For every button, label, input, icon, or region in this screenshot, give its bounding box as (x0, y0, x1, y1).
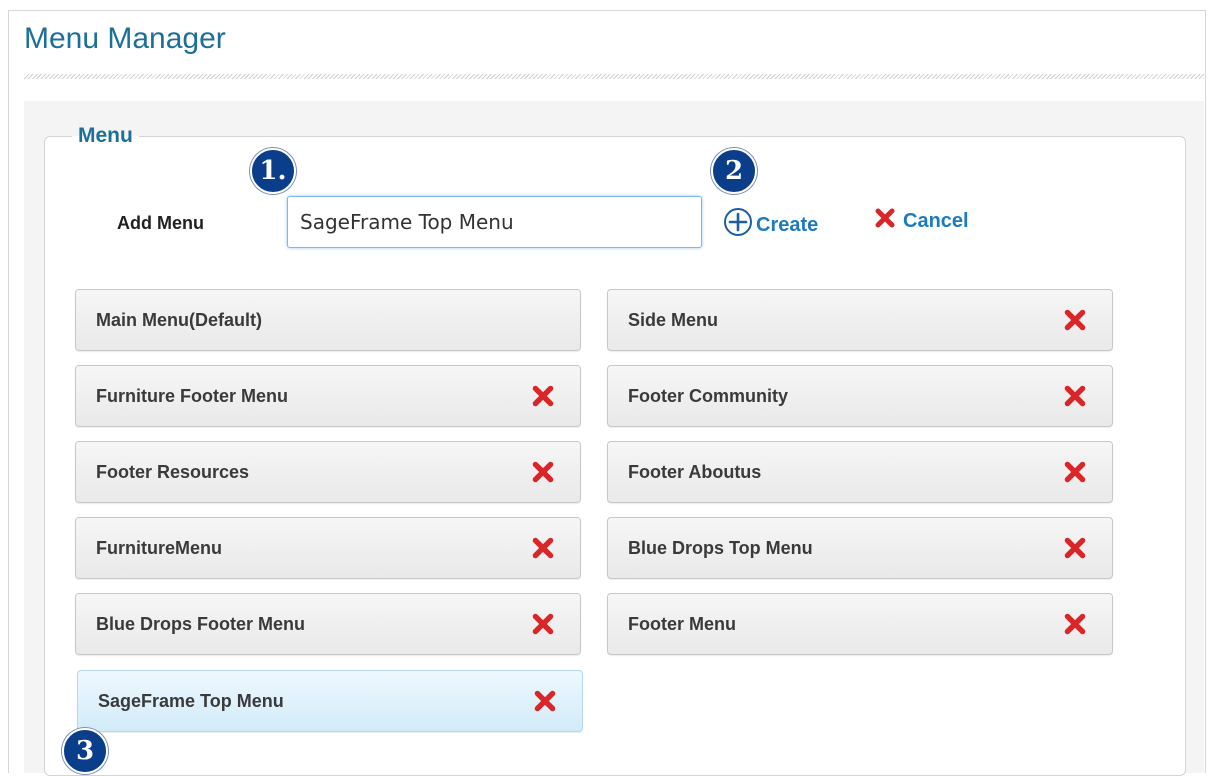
red-x-icon (873, 206, 897, 236)
page-title: Menu Manager (24, 22, 226, 55)
menu-item-label: Footer Menu (628, 614, 736, 634)
delete-icon[interactable] (530, 611, 556, 637)
menu-name-input[interactable] (287, 196, 702, 248)
menu-item[interactable]: Side Menu (607, 289, 1113, 351)
add-menu-label: Add Menu (117, 213, 204, 233)
menu-item[interactable]: SageFrame Top Menu (77, 670, 583, 732)
menu-item[interactable]: Furniture Footer Menu (75, 365, 581, 427)
menu-item-label: Furniture Footer Menu (96, 386, 288, 406)
menu-item-label: Footer Resources (96, 462, 250, 482)
title-divider (24, 74, 1204, 79)
plus-circle-icon (722, 206, 754, 244)
menu-item-label: FurnitureMenu (96, 538, 222, 558)
delete-icon[interactable] (530, 383, 556, 409)
menu-item-label: SageFrame Top Menu (98, 691, 284, 711)
menu-legend: Menu (72, 124, 139, 148)
menu-item[interactable]: FurnitureMenu (75, 517, 581, 579)
menu-item-label: Main Menu(Default) (96, 310, 262, 330)
menu-item-label: Blue Drops Footer Menu (96, 614, 306, 634)
step-badge-1: 1. (250, 148, 296, 194)
menu-item-label: Side Menu (628, 310, 719, 330)
delete-icon[interactable] (532, 688, 558, 714)
menu-item[interactable]: Main Menu(Default) (75, 289, 581, 351)
delete-icon[interactable] (530, 459, 556, 485)
menu-item[interactable]: Footer Community (607, 365, 1113, 427)
menu-item[interactable]: Blue Drops Footer Menu (75, 593, 581, 655)
menu-item[interactable]: Footer Aboutus (607, 441, 1113, 503)
cancel-label: Cancel (903, 209, 969, 232)
cancel-button[interactable]: Cancel (873, 206, 969, 236)
create-label: Create (756, 213, 819, 236)
delete-icon[interactable] (1062, 535, 1088, 561)
delete-icon[interactable] (1062, 307, 1088, 333)
create-button[interactable]: Create (722, 206, 818, 244)
menu-item[interactable]: Footer Menu (607, 593, 1113, 655)
step-badge-3: 3 (62, 728, 108, 774)
delete-icon[interactable] (530, 535, 556, 561)
delete-icon[interactable] (1062, 459, 1088, 485)
menu-item[interactable]: Footer Resources (75, 441, 581, 503)
menu-item-label: Footer Community (628, 386, 788, 406)
delete-icon[interactable] (1062, 611, 1088, 637)
menu-item[interactable]: Blue Drops Top Menu (607, 517, 1113, 579)
delete-icon[interactable] (1062, 383, 1088, 409)
step-badge-2: 2 (711, 148, 757, 194)
menu-item-label: Blue Drops Top Menu (628, 538, 813, 558)
menu-item-label: Footer Aboutus (628, 462, 762, 482)
